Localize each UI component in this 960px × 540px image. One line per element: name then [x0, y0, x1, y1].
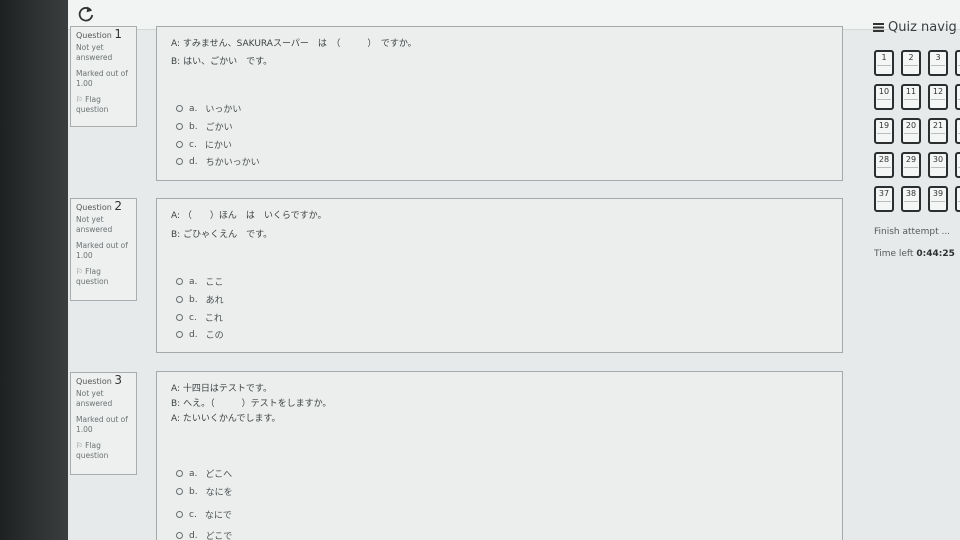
reload-icon[interactable]: [76, 4, 96, 24]
nav-button-37[interactable]: 37: [874, 186, 894, 212]
answer-option[interactable]: c. なにで: [176, 508, 232, 521]
flag-icon: ⚐: [76, 441, 83, 450]
flag-question-button[interactable]: ⚐ Flag question: [76, 441, 132, 461]
radio-button[interactable]: [176, 488, 183, 495]
nav-button-10[interactable]: 10: [874, 84, 894, 110]
radio-button[interactable]: [176, 470, 183, 477]
question-number: Question 1: [76, 27, 122, 41]
question-content-2: A: （ ）ほん は いくらですか。 B: ごひゃくえん です。 a. ここ b.…: [156, 198, 843, 353]
radio-button[interactable]: [176, 278, 183, 285]
radio-button[interactable]: [176, 141, 183, 148]
nav-button-28[interactable]: 28: [874, 152, 894, 178]
nav-button-38[interactable]: 38: [901, 186, 921, 212]
radio-button[interactable]: [176, 532, 183, 539]
answer-option[interactable]: c. これ: [176, 311, 223, 324]
question-state: Not yet answered: [76, 43, 113, 62]
nav-button-partial[interactable]: [955, 118, 960, 144]
question-content-1: A: すみません、SAKURAスーパー は （ ） ですか。 B: はい、ごかい…: [156, 26, 843, 181]
answer-option[interactable]: a. どこへ: [176, 467, 232, 480]
hamburger-icon: [873, 23, 884, 32]
answer-option[interactable]: d. ちかいっかい: [176, 155, 260, 168]
monitor-bezel: [0, 0, 68, 540]
nav-button-partial[interactable]: [955, 186, 960, 212]
question-text: B: ごひゃくえん です。: [171, 230, 273, 240]
question-text: B: へえ。（ ）テストをしますか。: [171, 399, 332, 409]
radio-button[interactable]: [176, 105, 183, 112]
question-text: A: 十四日はテストです。: [171, 384, 272, 394]
radio-button[interactable]: [176, 511, 183, 518]
radio-button[interactable]: [176, 296, 183, 303]
finish-attempt-link[interactable]: Finish attempt ...: [874, 227, 950, 237]
nav-button-partial[interactable]: [955, 152, 960, 178]
nav-button-29[interactable]: 29: [901, 152, 921, 178]
nav-button-1[interactable]: 1: [874, 50, 894, 76]
answer-option[interactable]: b. なにを: [176, 485, 233, 498]
answer-option[interactable]: b. ごかい: [176, 120, 233, 133]
flag-question-button[interactable]: ⚐ Flag question: [76, 267, 132, 287]
nav-button-39[interactable]: 39: [928, 186, 948, 212]
radio-button[interactable]: [176, 331, 183, 338]
nav-button-11[interactable]: 11: [901, 84, 921, 110]
question-info-3: Question 3 Not yet answered Marked out of…: [70, 372, 137, 475]
answer-option[interactable]: c. にかい: [176, 138, 232, 151]
time-left-value: 0:44:25: [916, 249, 955, 259]
quiz-navigation: Quiz navig 1 2 3 10 11 12 19 20 21 28 29…: [873, 20, 960, 540]
question-info-2: Question 2 Not yet answered Marked out of…: [70, 198, 137, 301]
quiz-navigation-title: Quiz navig: [873, 20, 957, 35]
nav-button-partial[interactable]: [955, 84, 960, 110]
question-text: B: はい、ごかい です。: [171, 57, 273, 67]
answer-option[interactable]: a. ここ: [176, 275, 223, 288]
question-state: Not yet answered: [76, 215, 113, 234]
question-state: Not yet answered: [76, 389, 113, 408]
nav-button-30[interactable]: 30: [928, 152, 948, 178]
question-number: Question 2: [76, 199, 122, 213]
flag-icon: ⚐: [76, 95, 83, 104]
question-content-3: A: 十四日はテストです。 B: へえ。（ ）テストをしますか。 A: たいいく…: [156, 371, 843, 540]
nav-button-3[interactable]: 3: [928, 50, 948, 76]
nav-button-partial[interactable]: [955, 50, 960, 76]
nav-button-2[interactable]: 2: [901, 50, 921, 76]
radio-button[interactable]: [176, 123, 183, 130]
answer-option[interactable]: d. どこで: [176, 529, 232, 540]
question-marks: Marked out of 1.00: [76, 241, 128, 260]
answer-option[interactable]: b. あれ: [176, 293, 224, 306]
question-number: Question 3: [76, 373, 122, 387]
question-info-1: Question 1 Not yet answered Marked out of…: [70, 26, 137, 127]
question-text: A: すみません、SAKURAスーパー は （ ） ですか。: [171, 39, 417, 49]
flag-question-button[interactable]: ⚐ Flag question: [76, 95, 132, 115]
question-text: A: （ ）ほん は いくらですか。: [171, 211, 327, 221]
question-text: A: たいいくかんでします。: [171, 414, 281, 424]
nav-button-21[interactable]: 21: [928, 118, 948, 144]
radio-button[interactable]: [176, 314, 183, 321]
question-marks: Marked out of 1.00: [76, 415, 128, 434]
flag-icon: ⚐: [76, 267, 83, 276]
nav-button-20[interactable]: 20: [901, 118, 921, 144]
answer-option[interactable]: a. いっかい: [176, 102, 241, 115]
radio-button[interactable]: [176, 158, 183, 165]
question-marks: Marked out of 1.00: [76, 69, 128, 88]
time-left: Time left 0:44:25: [874, 249, 955, 259]
browser-screen: Question 1 Not yet answered Marked out of…: [68, 0, 960, 540]
answer-option[interactable]: d. この: [176, 328, 224, 341]
nav-button-12[interactable]: 12: [928, 84, 948, 110]
nav-button-19[interactable]: 19: [874, 118, 894, 144]
